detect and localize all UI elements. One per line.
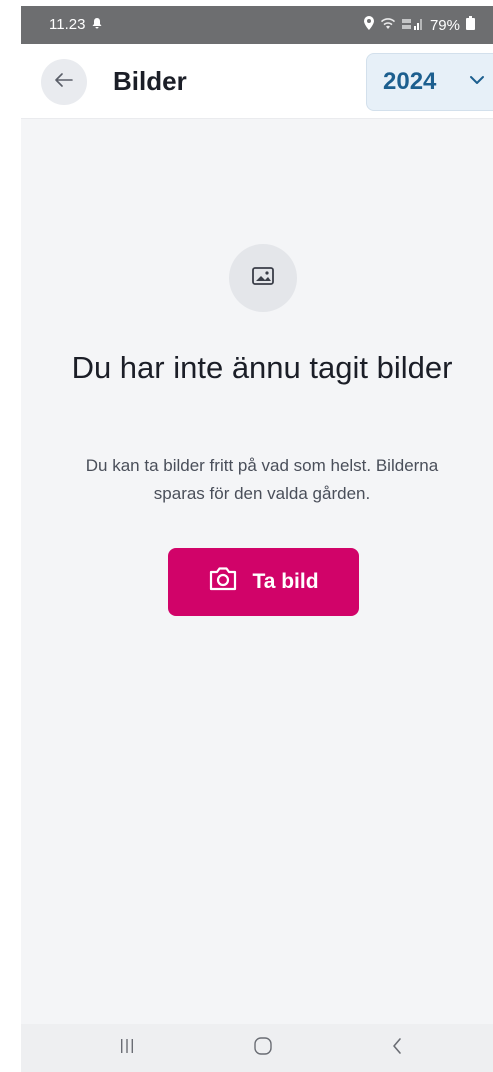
empty-state-description: Du kan ta bilder fritt på vad som helst.… bbox=[85, 456, 439, 503]
battery-percent: 79% bbox=[429, 16, 460, 34]
image-icon bbox=[252, 266, 274, 290]
phone-screen: 11.23 79% Bilder 2024 Du har inte ännu t… bbox=[21, 6, 493, 1072]
chevron-down-icon bbox=[469, 72, 485, 90]
signal-icon bbox=[401, 17, 424, 34]
wifi-icon bbox=[380, 17, 396, 34]
page-title: Bilder bbox=[113, 66, 187, 96]
year-select-value: 2024 bbox=[383, 68, 437, 95]
home-button[interactable] bbox=[243, 1034, 283, 1062]
empty-state-icon-circle bbox=[229, 244, 297, 312]
location-icon bbox=[363, 16, 374, 34]
take-photo-button[interactable]: Ta bild bbox=[168, 548, 359, 616]
empty-state-title: Du har inte ännu tagit bilder bbox=[71, 350, 453, 385]
recent-apps-button[interactable] bbox=[107, 1034, 147, 1062]
app-bar: Bilder 2024 bbox=[21, 44, 493, 119]
arrow-left-icon bbox=[55, 72, 73, 92]
back-button[interactable] bbox=[41, 59, 87, 105]
status-indicators: 79% bbox=[363, 16, 475, 34]
camera-icon bbox=[208, 566, 238, 598]
status-time: 11.23 bbox=[49, 16, 86, 33]
back-icon bbox=[391, 1037, 403, 1060]
status-time-group: 11.23 bbox=[49, 16, 103, 33]
system-nav-bar bbox=[21, 1024, 493, 1072]
year-select[interactable]: 2024 bbox=[366, 53, 493, 111]
battery-icon bbox=[466, 16, 475, 34]
notification-icon bbox=[91, 16, 103, 33]
home-icon bbox=[253, 1036, 273, 1061]
status-bar: 11.23 79% bbox=[21, 6, 493, 44]
take-photo-label: Ta bild bbox=[252, 570, 319, 593]
back-nav-button[interactable] bbox=[377, 1034, 417, 1062]
recent-apps-icon bbox=[119, 1038, 135, 1059]
